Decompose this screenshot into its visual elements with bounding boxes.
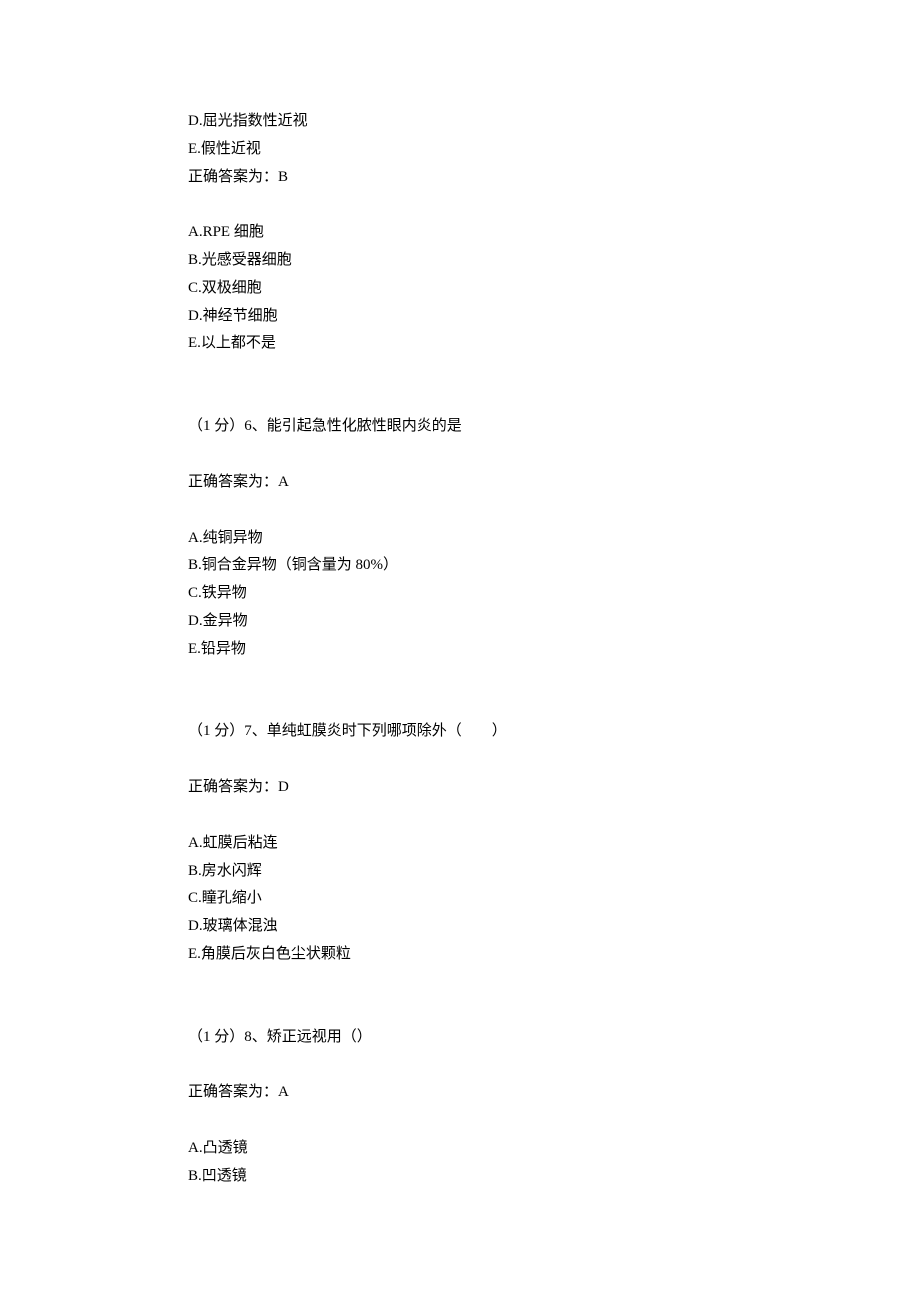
spacer — [188, 746, 732, 774]
question-text: （1 分）7、单纯虹膜炎时下列哪项除外（ ） — [188, 718, 732, 746]
answer-text: 正确答案为：A — [188, 1079, 732, 1107]
option-text: B.凹透镜 — [188, 1163, 732, 1191]
spacer — [188, 441, 732, 469]
spacer — [188, 1107, 732, 1135]
option-text: B.房水闪辉 — [188, 858, 732, 886]
answer-text: 正确答案为：A — [188, 469, 732, 497]
option-text: A.RPE 细胞 — [188, 219, 732, 247]
option-text: B.铜合金异物（铜含量为 80%） — [188, 552, 732, 580]
spacer — [188, 663, 732, 718]
option-text: D.金异物 — [188, 608, 732, 636]
question-text: （1 分）6、能引起急性化脓性眼内炎的是 — [188, 413, 732, 441]
option-text: C.铁异物 — [188, 580, 732, 608]
option-text: A.纯铜异物 — [188, 525, 732, 553]
option-text: D.玻璃体混浊 — [188, 913, 732, 941]
option-text: A.虹膜后粘连 — [188, 830, 732, 858]
option-text: E.假性近视 — [188, 136, 732, 164]
option-text: C.双极细胞 — [188, 275, 732, 303]
answer-text: 正确答案为：B — [188, 164, 732, 192]
spacer — [188, 191, 732, 219]
spacer — [188, 358, 732, 413]
spacer — [188, 497, 732, 525]
spacer — [188, 802, 732, 830]
spacer — [188, 969, 732, 1024]
question-text: （1 分）8、矫正远视用（） — [188, 1024, 732, 1052]
answer-text: 正确答案为：D — [188, 774, 732, 802]
option-text: E.铅异物 — [188, 636, 732, 664]
option-text: E.以上都不是 — [188, 330, 732, 358]
option-text: E.角膜后灰白色尘状颗粒 — [188, 941, 732, 969]
spacer — [188, 1051, 732, 1079]
option-text: A.凸透镜 — [188, 1135, 732, 1163]
option-text: C.瞳孔缩小 — [188, 885, 732, 913]
option-text: B.光感受器细胞 — [188, 247, 732, 275]
option-text: D.神经节细胞 — [188, 303, 732, 331]
option-text: D.屈光指数性近视 — [188, 108, 732, 136]
document-page: D.屈光指数性近视 E.假性近视 正确答案为：B A.RPE 细胞 B.光感受器… — [0, 0, 920, 1301]
